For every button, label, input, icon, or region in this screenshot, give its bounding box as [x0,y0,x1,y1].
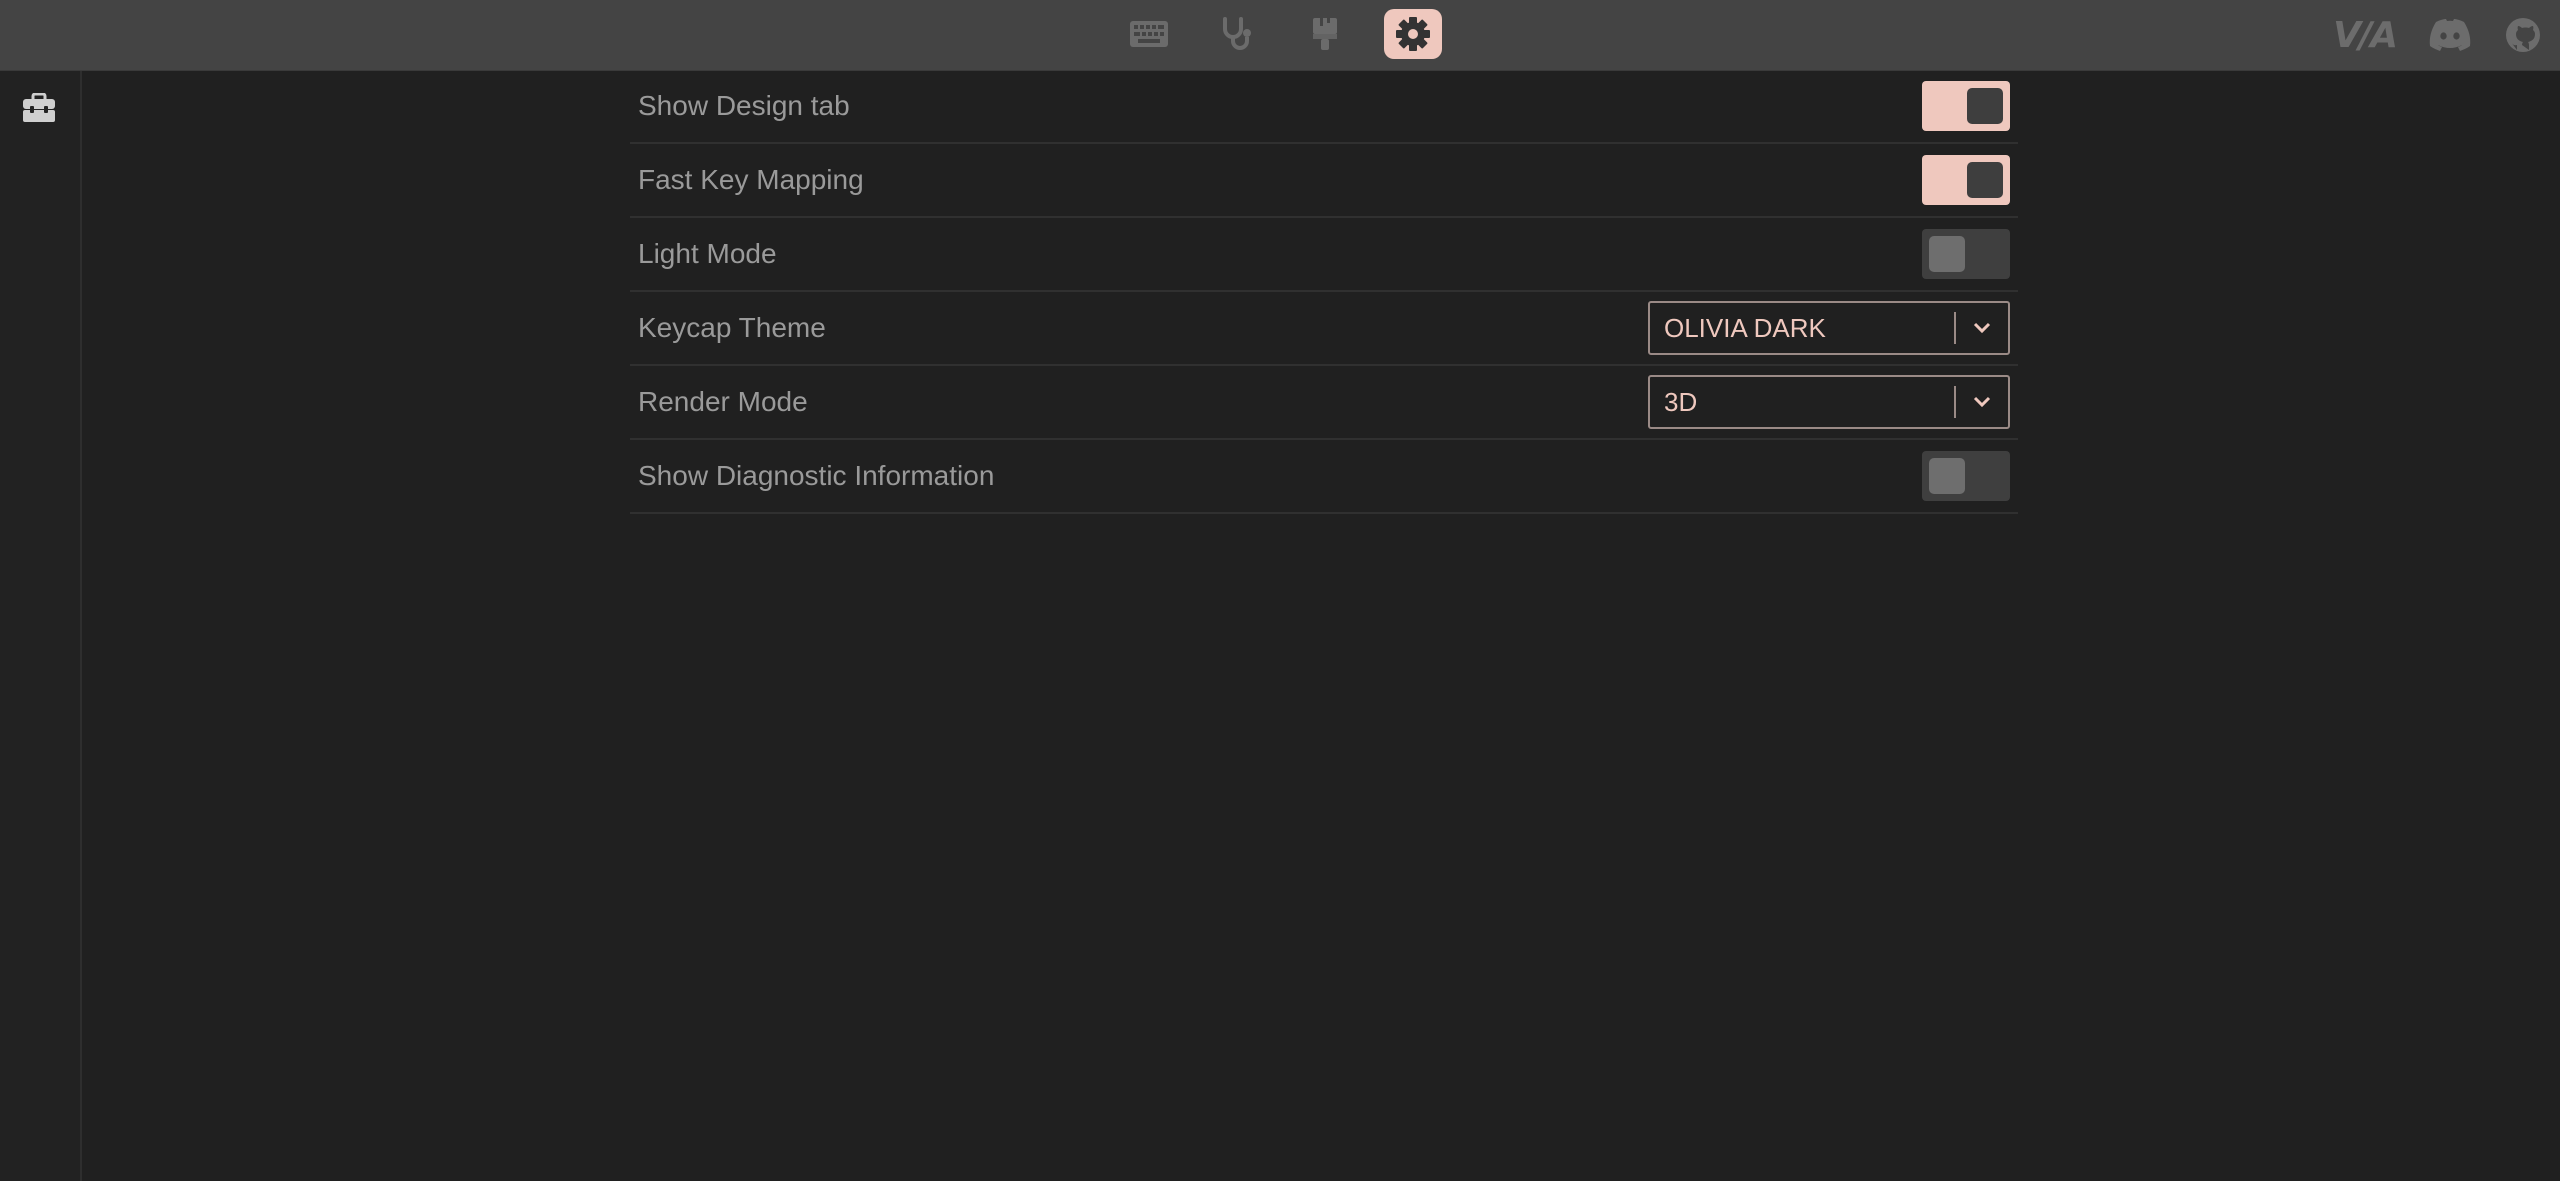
toggle-knob [1929,458,1965,494]
setting-row-fast-key-mapping: Fast Key Mapping [630,144,2018,218]
setting-row-keycap-theme: Keycap Theme OLIVIA DARK [630,292,2018,366]
keyboard-icon [1130,21,1168,47]
toggle-knob [1967,162,2003,198]
tab-configure-keyboard[interactable] [1120,9,1178,59]
sidebar [0,71,82,1181]
render-mode-select[interactable]: 3D [1648,375,2010,429]
via-logo[interactable]: V/A [2333,15,2398,56]
setting-row-show-diagnostic-information: Show Diagnostic Information [630,440,2018,514]
toolbox-icon [23,92,55,122]
paintbrush-icon [1313,18,1337,50]
chevron-down-icon[interactable] [1956,377,2008,427]
settings-panel: Show Design tab Fast Key Mapping Light M… [630,70,2018,514]
toggle-knob [1967,88,2003,124]
toggle-knob [1929,236,1965,272]
external-links: V/A [2333,12,2542,58]
select-value: 3D [1664,386,1698,417]
fast-key-mapping-toggle[interactable] [1922,155,2010,205]
show-design-tab-toggle[interactable] [1922,81,2010,131]
setting-label: Show Diagnostic Information [638,460,995,491]
github-icon[interactable] [2504,16,2542,54]
tab-settings[interactable] [1384,9,1442,59]
setting-row-light-mode: Light Mode [630,218,2018,292]
select-value: OLIVIA DARK [1664,312,1826,343]
keycap-theme-select[interactable]: OLIVIA DARK [1648,301,2010,355]
chevron-down-icon[interactable] [1956,303,2008,353]
tab-key-tester[interactable] [1208,9,1266,59]
setting-label: Keycap Theme [638,312,826,343]
discord-icon[interactable] [2428,18,2472,52]
sidebar-item-general[interactable] [22,92,56,127]
tab-design[interactable] [1296,9,1354,59]
main-tabs [1120,8,1442,60]
show-diagnostic-information-toggle[interactable] [1922,451,2010,501]
top-navigation-bar: V/A [0,0,2560,71]
setting-row-render-mode: Render Mode 3D [630,366,2018,440]
setting-label: Fast Key Mapping [638,164,864,195]
gear-icon [1396,17,1430,51]
setting-label: Render Mode [638,386,808,417]
light-mode-toggle[interactable] [1922,229,2010,279]
stethoscope-icon [1223,17,1251,50]
setting-row-show-design-tab: Show Design tab [630,70,2018,144]
setting-label: Light Mode [638,238,777,269]
setting-label: Show Design tab [638,90,850,121]
